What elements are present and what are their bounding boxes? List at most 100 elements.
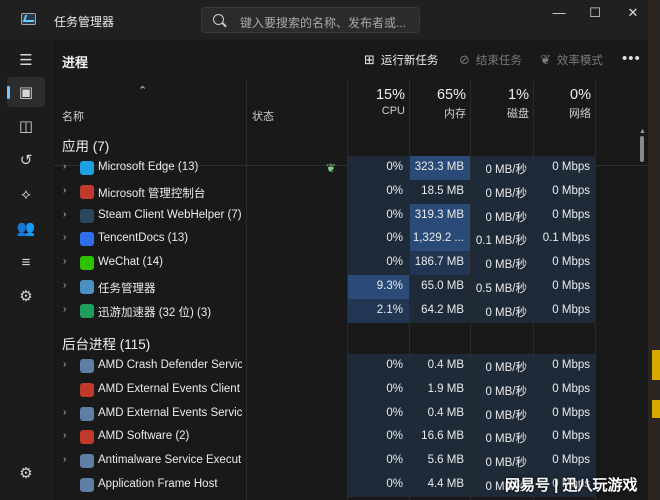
process-row[interactable]: › Antimalware Service Execut... 0% 5.6 MB 0 …: [54, 449, 648, 474]
network-cell: 0 Mbps: [534, 401, 596, 426]
process-row[interactable]: › Steam Client WebHelper (7) 0% 319.3 MB 0 M…: [54, 203, 648, 228]
service-icon: [80, 454, 94, 469]
column-header-status[interactable]: 状态: [252, 108, 274, 124]
left-nav: ☰ ▣ ◫ ↺ ⟡ 👥 ≡ ⚙ ⚙: [0, 40, 54, 500]
expand-chevron-icon[interactable]: ›: [63, 430, 66, 441]
process-row[interactable]: › 迅游加速器 (32 位) (3) 2.1% 64.2 MB 0 MB/秒 0 Mbps: [54, 298, 648, 323]
cpu-cell: 0%: [348, 449, 409, 474]
process-name: AMD External Events Client ...: [98, 382, 242, 395]
more-options-button[interactable]: •••: [622, 50, 641, 67]
process-row[interactable]: › WeChat (14) 0% 186.7 MB 0 MB/秒 0 Mbps: [54, 251, 648, 276]
process-row[interactable]: › AMD Crash Defender Service 0% 0.4 MB 0 MB/…: [54, 354, 648, 378]
search-input[interactable]: 键入要搜索的名称、发布者或...: [240, 14, 406, 31]
scroll-up-icon[interactable]: ▲: [639, 128, 646, 135]
process-row[interactable]: AMD External Events Client ... 0% 1.9 MB 0 …: [54, 377, 648, 402]
process-name: TencentDocs (13): [98, 232, 189, 245]
process-name: AMD Crash Defender Service: [98, 359, 242, 371]
search-box[interactable]: 键入要搜索的名称、发布者或...: [201, 7, 420, 33]
processes-panel: 进程 ⊞ 运行新任务 ⊘ 结束任务 ❦ 效率模式 ••• ⌃ 名称 状态 15%…: [54, 40, 648, 500]
process-row[interactable]: › AMD Software (2) 0% 16.6 MB 0 MB/秒 0 Mbps: [54, 425, 648, 450]
expand-chevron-icon[interactable]: ›: [63, 359, 66, 370]
column-header-memory[interactable]: 65% 内存: [410, 87, 466, 121]
group-title-apps[interactable]: 应用 (7): [62, 135, 109, 155]
cpu-cell: 0%: [348, 179, 409, 204]
process-row[interactable]: › 任务管理器 9.3% 65.0 MB 0.5 MB/秒 0 Mbps: [54, 275, 648, 299]
network-cell: 0.1 Mbps: [534, 227, 596, 252]
efficiency-mode-button[interactable]: ❦ 效率模式: [540, 52, 603, 68]
column-header-disk[interactable]: 1% 磁盘: [471, 87, 529, 121]
end-task-icon: ⊘: [459, 52, 470, 67]
expand-chevron-icon[interactable]: ›: [63, 232, 66, 243]
group-title-background[interactable]: 后台进程 (115): [62, 333, 150, 353]
settings-icon[interactable]: ⚙: [7, 458, 45, 488]
column-header-name[interactable]: 名称: [62, 108, 84, 124]
network-cell: 0 Mbps: [534, 275, 596, 299]
details-icon[interactable]: ≡: [7, 247, 45, 277]
cpu-cell: 0%: [348, 354, 409, 378]
process-name: AMD Software (2): [98, 430, 190, 443]
title-bar: 任务管理器 键入要搜索的名称、发布者或... — ☐ ✕: [0, 0, 648, 40]
expand-chevron-icon[interactable]: ›: [63, 454, 66, 465]
expand-chevron-icon[interactable]: ›: [63, 209, 66, 220]
memory-cell: 186.7 MB: [410, 251, 470, 276]
process-name: 迅游加速器 (32 位) (3): [98, 306, 212, 319]
expand-chevron-icon[interactable]: ›: [63, 256, 66, 267]
expand-chevron-icon[interactable]: ›: [63, 185, 66, 196]
task-manager-icon: [80, 280, 94, 294]
cpu-cell: 0%: [348, 251, 409, 276]
menu-icon[interactable]: ☰: [7, 45, 45, 75]
cpu-cell: 0%: [348, 156, 409, 180]
startup-apps-icon[interactable]: ⟡: [7, 179, 45, 209]
disk-cell: 0 MB/秒: [471, 425, 533, 450]
process-row[interactable]: › Microsoft Edge (13) ❦ 0% 323.3 MB 0 MB/秒 0 M…: [54, 156, 648, 180]
end-task-button[interactable]: ⊘ 结束任务: [459, 52, 522, 68]
memory-cell: 5.6 MB: [410, 449, 470, 474]
memory-cell: 64.2 MB: [410, 298, 470, 323]
column-header-network[interactable]: 0% 网络: [534, 87, 591, 121]
app-history-icon[interactable]: ↺: [7, 145, 45, 175]
task-manager-app-icon: [21, 13, 36, 25]
run-new-task-button[interactable]: ⊞ 运行新任务: [364, 52, 438, 68]
services-icon[interactable]: ⚙: [7, 281, 45, 311]
edge-icon: [80, 161, 94, 175]
sort-ascending-icon: ⌃: [138, 85, 148, 97]
close-button[interactable]: ✕: [623, 5, 643, 21]
process-name: AMD External Events Servic...: [98, 406, 242, 419]
process-row[interactable]: › TencentDocs (13) 0% 1,329.2 ... 0.1 MB/秒 0.…: [54, 227, 648, 252]
background-highlight: [652, 400, 660, 418]
minimize-button[interactable]: —: [549, 5, 569, 21]
process-row[interactable]: › Microsoft 管理控制台 0% 18.5 MB 0 MB/秒 0 Mbps: [54, 179, 648, 204]
network-cell: 0 Mbps: [534, 179, 596, 204]
disk-cell: 0 MB/秒: [471, 203, 533, 228]
process-name: Microsoft Edge (13): [98, 161, 199, 173]
disk-total: 1%: [508, 87, 529, 103]
disk-cell: 0.5 MB/秒: [471, 275, 533, 299]
memory-total: 65%: [436, 87, 466, 103]
watermark: 网易号 | 迅八玩游戏: [505, 477, 638, 494]
maximize-button[interactable]: ☐: [585, 5, 605, 21]
processes-icon[interactable]: ▣: [7, 77, 45, 107]
run-new-task-label: 运行新任务: [380, 55, 439, 67]
disk-cell: 0.1 MB/秒: [471, 227, 533, 252]
performance-icon[interactable]: ◫: [7, 111, 45, 141]
memory-cell: 319.3 MB: [410, 203, 470, 228]
column-header-cpu[interactable]: 15% CPU: [348, 87, 405, 117]
users-icon[interactable]: 👥: [7, 213, 45, 243]
memory-cell: 18.5 MB: [410, 179, 470, 204]
network-cell: 0 Mbps: [534, 425, 596, 450]
expand-chevron-icon[interactable]: ›: [63, 280, 66, 291]
cpu-cell: 0%: [348, 401, 409, 426]
process-row[interactable]: › AMD External Events Servic... 0% 0.4 MB 0 …: [54, 401, 648, 426]
mmc-icon: [80, 184, 94, 199]
service-icon: [80, 478, 94, 492]
new-task-icon: ⊞: [364, 52, 375, 67]
steam-icon: [80, 208, 94, 223]
process-name: Microsoft 管理控制台: [98, 187, 206, 200]
cpu-cell: 0%: [348, 377, 409, 402]
disk-cell: 0 MB/秒: [471, 298, 533, 323]
expand-chevron-icon[interactable]: ›: [63, 161, 66, 172]
expand-chevron-icon[interactable]: ›: [63, 304, 66, 315]
cpu-cell: 0%: [348, 473, 409, 497]
expand-chevron-icon[interactable]: ›: [63, 407, 66, 418]
memory-cell: 65.0 MB: [410, 275, 470, 299]
